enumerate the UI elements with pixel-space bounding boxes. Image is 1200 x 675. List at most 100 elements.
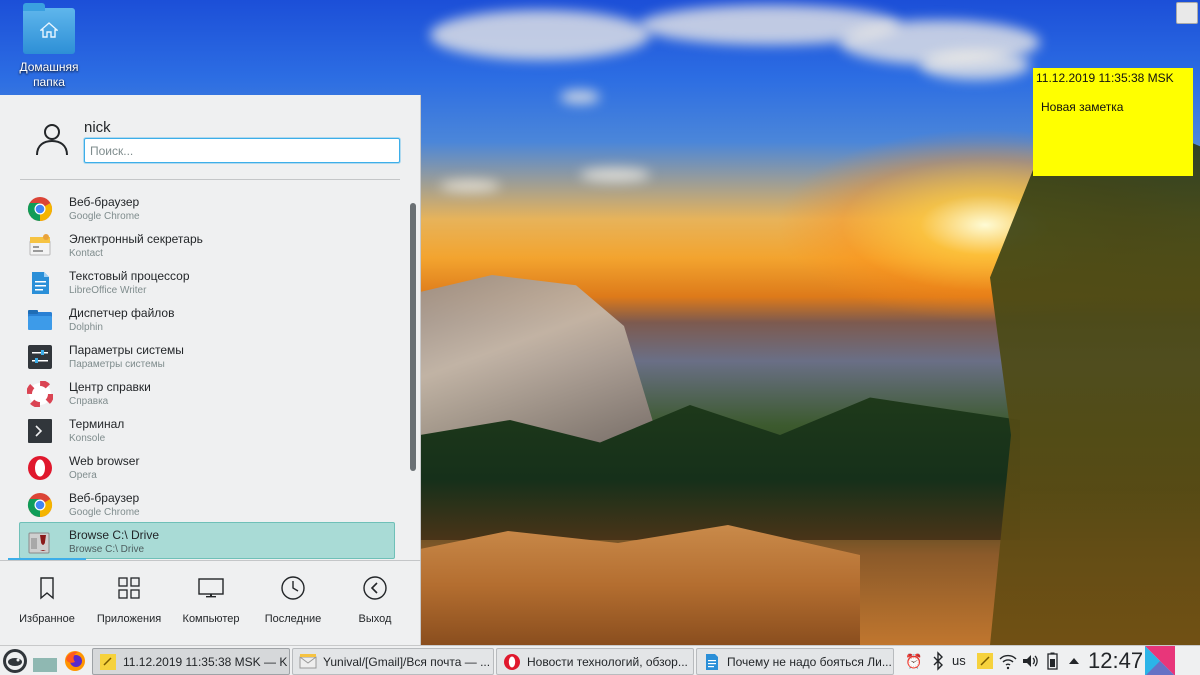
app-title: Терминал [69, 417, 125, 431]
tab-label: Последние [264, 613, 322, 625]
list-item-help-center[interactable]: Центр справки Справка [19, 374, 395, 411]
list-item-chrome[interactable]: Веб-браузер Google Chrome [19, 485, 395, 522]
list-item-browse-c-drive[interactable]: Browse C:\ Drive Browse C:\ Drive [19, 522, 395, 559]
user-avatar-icon[interactable] [34, 121, 70, 157]
note-body[interactable]: Новая заметка [1041, 100, 1123, 114]
application-launcher: nick Веб-браузер Google Chrome [0, 95, 421, 645]
computer-icon [198, 578, 224, 598]
settings-icon [28, 345, 52, 369]
digital-clock[interactable]: 12:47 [1088, 648, 1143, 674]
app-subtitle: LibreOffice Writer [69, 285, 147, 296]
task-label: Yunival/[Gmail]/Вся почта — ... [323, 655, 491, 669]
writer-icon [32, 272, 49, 294]
folder-icon [23, 3, 75, 54]
volume-icon[interactable] [1020, 651, 1040, 671]
launcher-header: nick [0, 95, 421, 175]
task-label: Новости технологий, обзор... [527, 655, 688, 669]
opera-icon [504, 654, 520, 670]
leave-icon [363, 576, 387, 600]
app-subtitle: Konsole [69, 433, 106, 444]
user-name: nick [84, 119, 111, 136]
favorites-list: Веб-браузер Google Chrome Электронный се… [19, 189, 399, 559]
taskbar: 11.12.2019 11:35:38 MSK — K... Yunival/[… [0, 645, 1200, 675]
grid-icon [118, 577, 140, 599]
app-subtitle: Kontact [69, 248, 103, 259]
note-timestamp: 11.12.2019 11:35:38 MSK [1036, 71, 1174, 85]
list-item-terminal[interactable]: Терминал Konsole [19, 411, 395, 448]
divider [0, 560, 421, 561]
task-label: 11.12.2019 11:35:38 MSK — K... [123, 655, 287, 669]
app-subtitle: Browse C:\ Drive [69, 544, 145, 555]
klipper-note-icon[interactable] [975, 651, 995, 671]
app-subtitle: Opera [69, 470, 97, 481]
app-subtitle: Параметры системы [69, 359, 165, 370]
tab-label: Избранное [19, 613, 75, 625]
task-opera[interactable]: Новости технологий, обзор... [496, 648, 694, 675]
tab-label: Компьютер [182, 613, 240, 625]
sticky-note[interactable]: 11.12.2019 11:35:38 MSK Новая заметка [1033, 68, 1193, 176]
note-icon [100, 654, 116, 670]
app-title: Веб-браузер [69, 195, 140, 209]
app-subtitle: Google Chrome [69, 211, 140, 222]
desktop-home-folder-label: Домашняя папка [19, 60, 79, 89]
kmail-icon [299, 654, 317, 669]
clock-icon [281, 576, 305, 600]
tab-label: Выход [358, 613, 392, 625]
tab-computer[interactable]: Компьютер [169, 567, 253, 637]
app-title: Текстовый процессор [69, 269, 190, 283]
wifi-icon[interactable] [998, 651, 1018, 671]
app-title: Web browser [69, 454, 140, 468]
tab-label: Приложения [96, 613, 162, 625]
firefox-icon[interactable] [64, 650, 86, 672]
tab-recent[interactable]: Последние [251, 567, 335, 637]
list-item-opera[interactable]: Web browser Opera [19, 448, 395, 485]
tab-favorites[interactable]: Избранное [5, 567, 89, 637]
active-tab-indicator [8, 558, 86, 560]
app-title: Browse C:\ Drive [69, 528, 160, 542]
terminal-icon [28, 419, 52, 443]
list-item-dolphin[interactable]: Диспетчер файлов Dolphin [19, 300, 395, 337]
writer-icon [706, 654, 718, 670]
kontact-icon [29, 234, 51, 256]
app-subtitle: Google Chrome [69, 507, 140, 518]
show-desktop-icon[interactable] [33, 650, 57, 672]
app-subtitle: Справка [69, 396, 109, 407]
application-launcher-icon[interactable] [2, 648, 28, 674]
task-label: Почему не надо бояться Ли... [727, 655, 891, 669]
chrome-icon [27, 493, 53, 517]
dolphin-icon [28, 310, 52, 330]
task-writer[interactable]: Почему не надо бояться Ли... [696, 648, 894, 675]
app-title: Параметры системы [69, 343, 184, 357]
bluetooth-icon[interactable] [928, 651, 948, 671]
list-item-writer[interactable]: Текстовый процессор LibreOffice Writer [19, 263, 395, 300]
divider [20, 179, 400, 180]
app-title: Центр справки [69, 380, 151, 394]
tab-applications[interactable]: Приложения [87, 567, 171, 637]
help-icon [27, 381, 53, 407]
list-scrollbar[interactable] [410, 203, 416, 471]
battery-icon[interactable] [1042, 651, 1062, 671]
tab-leave[interactable]: Выход [333, 567, 417, 637]
corner-logo-icon[interactable] [1145, 646, 1175, 675]
wine-icon [28, 532, 50, 554]
home-icon [40, 22, 58, 38]
task-kmail[interactable]: Yunival/[Gmail]/Вся почта — ... [292, 648, 494, 675]
list-item-kontact[interactable]: Электронный секретарь Kontact [19, 226, 395, 263]
alarm-icon[interactable]: ⏰ [904, 651, 924, 671]
list-item-chrome[interactable]: Веб-браузер Google Chrome [19, 189, 395, 226]
app-title: Электронный секретарь [69, 232, 203, 246]
launcher-tabs: Избранное Приложения Компьютер Последние… [0, 567, 421, 637]
keyboard-layout-indicator[interactable]: us [952, 653, 966, 668]
app-subtitle: Dolphin [69, 322, 103, 333]
bookmark-icon [40, 577, 54, 600]
app-title: Веб-браузер [69, 491, 140, 505]
chevron-up-icon[interactable] [1064, 651, 1084, 671]
list-item-system-settings[interactable]: Параметры системы Параметры системы [19, 337, 395, 374]
search-input[interactable] [84, 138, 400, 163]
chrome-icon [27, 197, 53, 221]
task-note[interactable]: 11.12.2019 11:35:38 MSK — K... [92, 648, 290, 675]
desktop-home-folder[interactable]: Домашняя папка [14, 3, 84, 90]
desktop-toolbox-button[interactable] [1176, 2, 1198, 24]
opera-icon [28, 456, 52, 480]
app-title: Диспетчер файлов [69, 306, 175, 320]
